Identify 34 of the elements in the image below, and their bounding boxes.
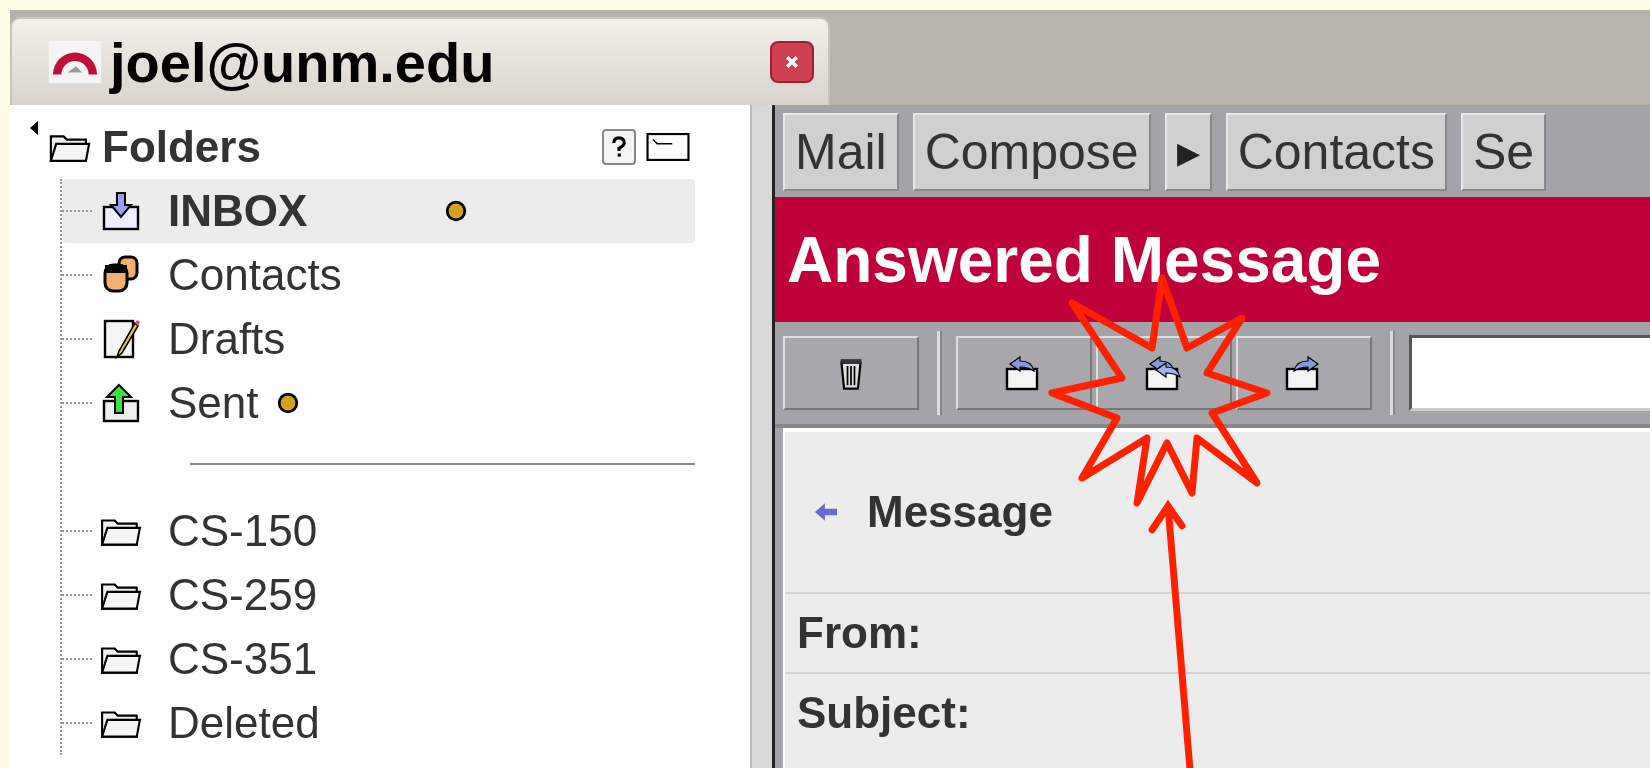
splitter[interactable] [750, 105, 775, 768]
toolbar-button[interactable] [1236, 336, 1372, 410]
account-name: joel@unm.edu [110, 29, 496, 95]
nav-button[interactable]: Mail [783, 113, 899, 191]
nav-button[interactable]: Contacts [1225, 113, 1447, 191]
logo-icon [48, 41, 102, 83]
folder-item[interactable]: Deleted [62, 691, 695, 755]
nav-button[interactable]: Se [1461, 113, 1547, 191]
folder-item[interactable]: CS-259 [62, 563, 695, 627]
field-label: Subject: [797, 688, 971, 738]
inbox-icon [100, 191, 142, 231]
folder-item[interactable]: Drafts [62, 307, 695, 371]
folder-item[interactable]: CS-351 [62, 627, 695, 691]
folder-item[interactable]: INBOX [62, 179, 695, 243]
close-button[interactable] [770, 41, 814, 83]
collapse-icon[interactable] [30, 121, 38, 135]
toolbar-button[interactable] [956, 336, 1092, 410]
reply-all-icon [1144, 355, 1184, 391]
help-button[interactable] [602, 129, 636, 165]
outbox-icon [100, 383, 142, 423]
nav-button[interactable]: Compose [912, 113, 1151, 191]
folder-item[interactable]: CS-150 [62, 499, 695, 563]
sidebar-title: Folders [102, 122, 261, 172]
window-icon[interactable] [646, 133, 690, 161]
page-header: Answered Message [775, 197, 1650, 322]
toolbar-button[interactable] [783, 336, 919, 410]
nav-button[interactable]: ▶ [1164, 113, 1212, 191]
account-tab[interactable]: joel@unm.edu [10, 17, 830, 105]
field-label: From: [797, 608, 922, 658]
folder-item[interactable]: Contacts [62, 243, 695, 307]
search-field[interactable] [1409, 335, 1650, 411]
folder-item[interactable]: Sent [62, 371, 695, 435]
back-arrow-icon[interactable] [815, 503, 837, 521]
section-title: Message [867, 487, 1053, 537]
